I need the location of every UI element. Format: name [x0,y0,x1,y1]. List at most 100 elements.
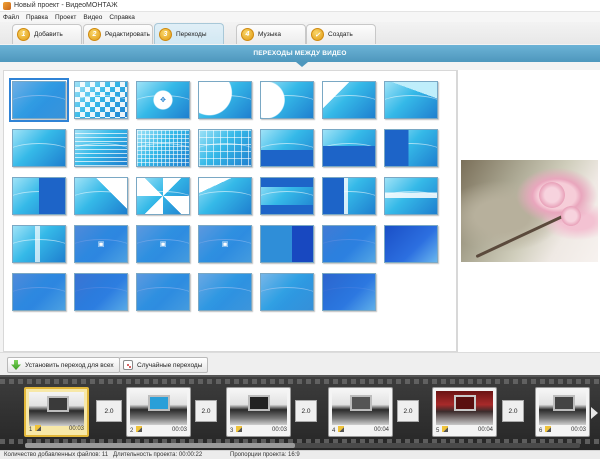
section-pointer-icon [296,62,308,67]
transition-duration[interactable]: 2.0 [502,400,524,422]
clip-index: 3 [230,427,234,434]
timeline-clip[interactable]: 6 00:03 [535,387,590,437]
flower [539,182,565,208]
transition-tile[interactable] [322,81,376,119]
menu-edit[interactable]: Правка [26,14,48,21]
transition-tile[interactable] [12,177,66,215]
preview-panel [457,70,600,352]
tab-add[interactable]: 1 Добавить [12,24,82,44]
transition-duration[interactable]: 2.0 [96,400,122,422]
random-label: Случайные переходы [137,361,203,369]
clip-duration: 00:03 [271,426,287,433]
timeline-scrollbar[interactable] [25,443,580,448]
menu-video[interactable]: Видео [83,14,102,21]
clip-thumbnail [539,391,586,425]
transition-duration[interactable]: 2.0 [397,400,419,422]
transition-tile[interactable] [74,81,128,119]
clip-duration: 00:03 [68,425,84,432]
tab-music[interactable]: 4 Музыка [236,24,306,44]
scrollbar-thumb[interactable] [25,443,295,448]
random-transitions-button[interactable]: Случайные переходы [119,357,209,373]
transition-duration[interactable]: 2.0 [195,400,217,422]
transition-tile[interactable] [12,225,66,263]
dice-icon [123,360,133,370]
transition-tile[interactable] [198,129,252,167]
transition-tile[interactable] [74,273,128,311]
arrows-icon: ✥ [160,97,166,104]
pencil-icon[interactable] [236,425,243,432]
clip-duration: 00:04 [477,426,493,433]
transition-tile[interactable] [12,273,66,311]
menu-file[interactable]: Файл [3,14,19,21]
tab-transitions[interactable]: 3 Переходы [154,23,224,44]
pencil-icon[interactable] [442,425,449,432]
clip-index: 4 [332,427,336,434]
step-tabs: 1 Добавить 2 Редактировать 3 Переходы 4 … [0,22,600,44]
transition-tile[interactable] [260,177,314,215]
transition-tile[interactable] [260,225,314,263]
transition-tile[interactable] [9,78,69,122]
pencil-icon[interactable] [35,424,42,431]
section-title: ПЕРЕХОДЫ МЕЖДУ ВИДЕО [253,50,347,57]
transition-tile[interactable] [74,129,128,167]
transition-tile[interactable] [384,177,438,215]
menu-project[interactable]: Проект [55,14,76,21]
transition-tile[interactable] [384,225,438,263]
transition-tile[interactable] [322,225,376,263]
transition-tile[interactable] [260,129,314,167]
clip-thumbnail [29,392,84,426]
scroll-right-icon[interactable] [591,407,598,419]
transition-tile[interactable] [322,177,376,215]
transition-tile[interactable] [322,273,376,311]
transition-tile[interactable] [136,129,190,167]
step-2-icon: 2 [88,28,101,41]
film-perforation [0,379,600,384]
transition-tile[interactable] [12,129,66,167]
transition-tile[interactable] [198,81,252,119]
tab-edit[interactable]: 2 Редактировать [83,24,153,44]
transition-tile[interactable]: ▣ [198,225,252,263]
timeline-clip[interactable]: 2 00:03 [126,387,191,437]
section-header: ПЕРЕХОДЫ МЕЖДУ ВИДЕО [0,45,600,62]
status-file-count: Количество добавленных файлов: 11 [4,452,109,458]
box-icon: ▣ [221,241,229,248]
transition-tile[interactable] [198,273,252,311]
tab-label: Музыка [258,31,281,38]
tab-create[interactable]: ✓ Создать [306,24,376,44]
timeline-clip[interactable]: 4 00:04 [328,387,393,437]
clip-thumbnail [332,391,389,425]
title-bar: Новый проект - ВидеоМОНТАЖ [0,0,600,12]
transition-tile[interactable] [136,273,190,311]
timeline-clip[interactable]: 5 00:04 [432,387,497,437]
transition-tile[interactable] [260,273,314,311]
clip-index: 2 [130,427,134,434]
transition-tile[interactable]: ✥ [136,81,190,119]
transition-tile[interactable] [136,177,190,215]
pencil-icon[interactable] [338,425,345,432]
menu-help[interactable]: Справка [109,14,135,21]
transition-tile[interactable] [260,81,314,119]
transition-tile[interactable]: ▣ [74,225,128,263]
apply-all-button[interactable]: Установить переход для всех [7,357,120,373]
transition-duration[interactable]: 2.0 [295,400,317,422]
status-ratio: Пропорции проекта: 16:9 [230,452,300,458]
clip-index: 5 [436,427,440,434]
transition-tile[interactable]: ▣ [136,225,190,263]
step-3-icon: 3 [159,27,172,41]
box-icon: ▣ [97,241,105,248]
tab-label: Переходы [176,30,207,38]
transition-tile[interactable] [384,81,438,119]
box-icon: ▣ [159,241,167,248]
transition-tile[interactable] [322,129,376,167]
pencil-icon[interactable] [136,425,143,432]
pencil-icon[interactable] [545,425,552,432]
transition-tile[interactable] [198,177,252,215]
transition-tile[interactable] [74,177,128,215]
clip-duration: 00:04 [373,426,389,433]
check-icon: ✓ [311,28,324,41]
transition-tile[interactable] [384,129,438,167]
clip-duration: 00:03 [171,426,187,433]
timeline-clip[interactable]: 3 00:03 [226,387,291,437]
clip-index: 6 [539,427,543,434]
timeline-clip[interactable]: 1 00:03 [24,387,89,437]
